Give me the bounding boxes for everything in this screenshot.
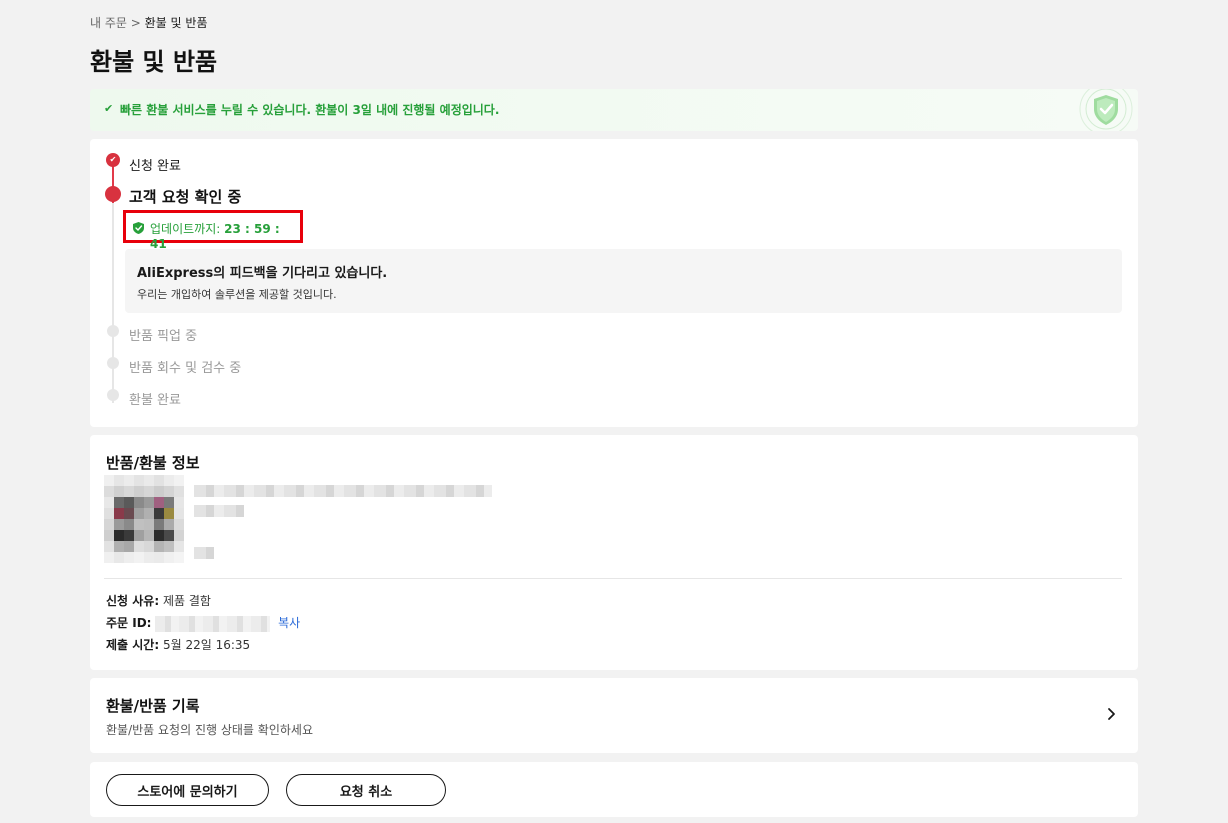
return-info-title: 반품/환불 정보 — [106, 454, 200, 472]
countdown-text: 업데이트까지: 23 : 59 : 41 — [150, 220, 300, 251]
step-pending-dot — [107, 325, 119, 337]
contact-store-button[interactable]: 스토어에 문의하기 — [106, 774, 269, 806]
update-countdown: 업데이트까지: 23 : 59 : 41 — [123, 210, 303, 251]
step-label-inspection: 반품 회수 및 검수 중 — [129, 361, 242, 376]
banner-text: 빠른 환불 서비스를 누릴 수 있습니다. 환불이 3일 내에 진행될 예정입니… — [120, 103, 500, 117]
feedback-title: AliExpress의 피드백을 기다리고 있습니다. — [137, 266, 388, 281]
action-bar: 스토어에 문의하기 요청 취소 — [90, 762, 1138, 817]
chevron-right-icon[interactable] — [1106, 706, 1118, 722]
countdown-label: 업데이트까지: — [150, 222, 221, 236]
breadcrumb: 내 주문 > 환불 및 반품 — [90, 14, 208, 31]
history-subtitle: 환불/반품 요청의 진행 상태를 확인하세요 — [106, 723, 313, 737]
breadcrumb-current: 환불 및 반품 — [144, 16, 208, 30]
cancel-request-button[interactable]: 요청 취소 — [286, 774, 446, 806]
order-id-row: 주문 ID: 복사 — [106, 614, 300, 632]
product-sku-redacted — [194, 505, 244, 517]
return-info-card: 반품/환불 정보 신청 사유: 제품 결함 주문 ID: 복사 제출 시간: 5… — [90, 435, 1138, 670]
reason-value: 제품 결함 — [162, 594, 211, 608]
shield-check-icon — [133, 222, 144, 234]
step-label-reviewing: 고객 요청 확인 중 — [129, 188, 242, 206]
refund-status-card: ✔ 신청 완료 고객 요청 확인 중 업데이트까지: 23 : 59 : 41 … — [90, 139, 1138, 427]
submitted-time-row: 제출 시간: 5월 22일 16:35 — [106, 636, 250, 653]
breadcrumb-separator: > — [130, 16, 141, 30]
page-title: 환불 및 반품 — [90, 48, 218, 76]
product-title-redacted[interactable] — [194, 485, 492, 497]
check-icon: ✔ — [104, 102, 114, 115]
shield-check-icon — [1079, 89, 1133, 131]
copy-order-id-link[interactable]: 복사 — [278, 616, 300, 630]
fast-refund-banner: ✔ 빠른 환불 서비스를 누릴 수 있습니다. 환불이 3일 내에 진행될 예정… — [90, 89, 1138, 131]
step-pending-dot — [107, 357, 119, 369]
feedback-notice: AliExpress의 피드백을 기다리고 있습니다. 우리는 개입하여 솔루션… — [125, 249, 1122, 313]
reason-label: 신청 사유: — [106, 594, 160, 608]
timeline-pending-line — [112, 203, 114, 403]
breadcrumb-parent-link[interactable]: 내 주문 — [90, 16, 127, 30]
product-quantity-redacted — [194, 547, 214, 559]
history-title: 환불/반품 기록 — [106, 697, 200, 715]
submitted-label: 제출 시간: — [106, 638, 160, 652]
submitted-value: 5월 22일 16:35 — [162, 638, 251, 652]
order-id-redacted — [155, 615, 271, 632]
step-label-refund-complete: 환불 완료 — [129, 393, 181, 408]
reason-row: 신청 사유: 제품 결함 — [106, 592, 211, 609]
step-label-pickup: 반품 픽업 중 — [129, 329, 198, 344]
feedback-subtitle: 우리는 개입하여 솔루션을 제공할 것입니다. — [137, 288, 337, 301]
divider — [104, 578, 1122, 579]
step-pending-dot — [107, 389, 119, 401]
step-active-dot — [105, 186, 121, 202]
step-label-submitted: 신청 완료 — [129, 159, 181, 174]
product-thumbnail[interactable] — [104, 475, 184, 563]
step-done-check-icon: ✔ — [106, 153, 120, 167]
refund-history-card[interactable]: 환불/반품 기록 환불/반품 요청의 진행 상태를 확인하세요 — [90, 678, 1138, 753]
order-id-label: 주문 ID: — [106, 616, 152, 630]
